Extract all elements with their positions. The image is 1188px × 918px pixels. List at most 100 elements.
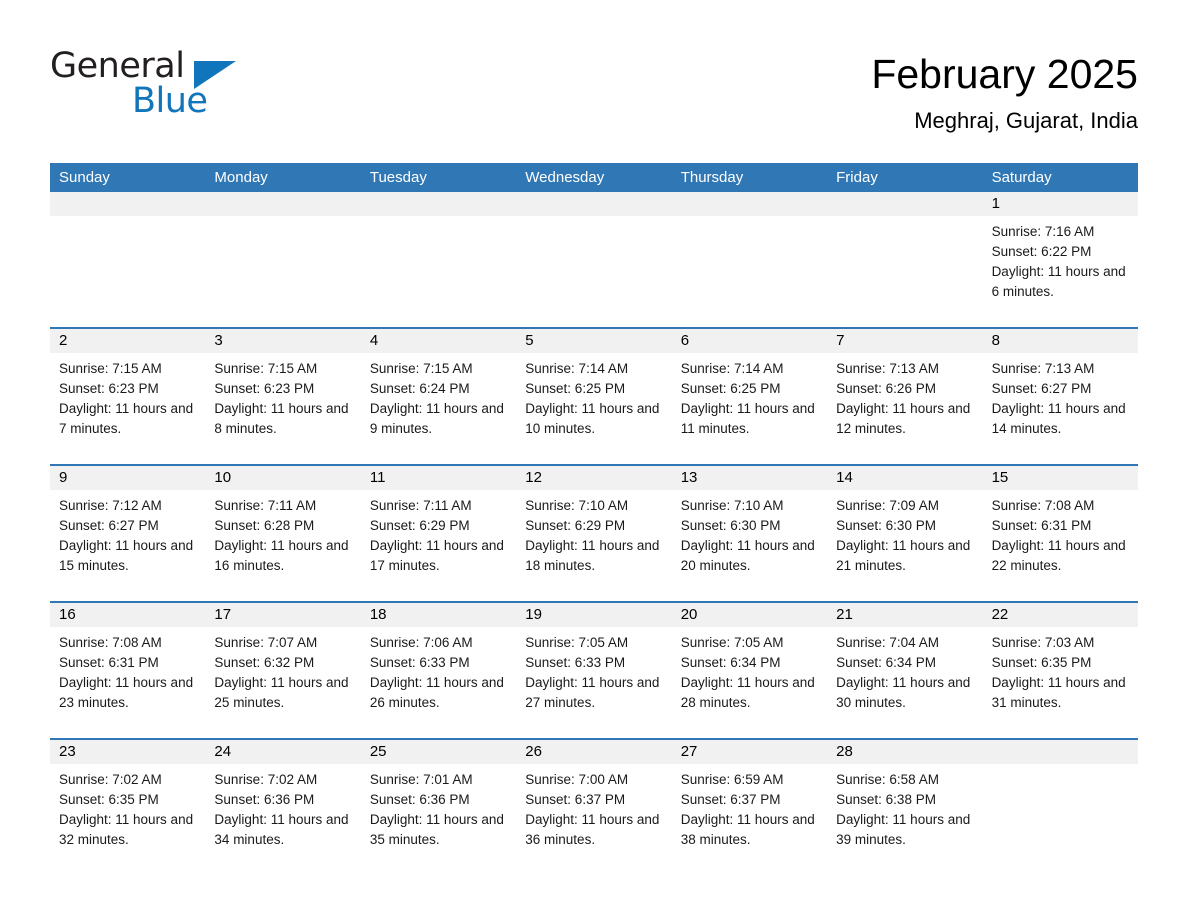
- calendar-day-cell[interactable]: 23 Sunrise: 7:02 AM Sunset: 6:35 PM Dayligh…: [50, 740, 206, 866]
- day-number: [205, 192, 361, 216]
- calendar-day-cell[interactable]: 13 Sunrise: 7:10 AM Sunset: 6:30 PM Dayligh…: [671, 466, 828, 592]
- calendar-day-cell[interactable]: 21 Sunrise: 7:04 AM Sunset: 6:34 PM Dayligh…: [827, 603, 983, 729]
- day-number: 23: [50, 740, 206, 764]
- calendar-day-cell[interactable]: 11 Sunrise: 7:11 AM Sunset: 6:29 PM Dayligh…: [360, 466, 517, 592]
- day-number: 18: [360, 603, 517, 627]
- day-number: 26: [516, 740, 672, 764]
- calendar-day-cell[interactable]: 15 Sunrise: 7:08 AM Sunset: 6:31 PM Dayligh…: [982, 466, 1138, 592]
- generalblue-logo[interactable]: General Blue: [50, 48, 250, 120]
- day-details: Sunrise: 7:05 AM Sunset: 6:34 PM Daylight:…: [672, 627, 827, 713]
- sunrise-text: Sunrise: 7:03 AM: [991, 635, 1095, 650]
- calendar-day-cell[interactable]: 24 Sunrise: 7:02 AM Sunset: 6:36 PM Dayligh…: [205, 740, 361, 866]
- sunset-text: Sunset: 6:23 PM: [59, 381, 159, 396]
- calendar-day-cell[interactable]: 4 Sunrise: 7:15 AM Sunset: 6:24 PM Daylight…: [360, 329, 517, 455]
- page-subtitle: Meghraj, Gujarat, India: [914, 108, 1138, 133]
- day-number: 10: [205, 466, 361, 490]
- sunrise-text: Sunrise: 7:04 AM: [836, 635, 939, 650]
- day-number: 28: [827, 740, 983, 764]
- day-number: 19: [516, 603, 672, 627]
- sunset-text: Sunset: 6:33 PM: [525, 655, 626, 670]
- sunset-text: Sunset: 6:25 PM: [525, 381, 626, 396]
- calendar-day-cell[interactable]: 16 Sunrise: 7:08 AM Sunset: 6:31 PM Dayligh…: [50, 603, 206, 729]
- calendar-day-cell[interactable]: 2 Sunrise: 7:15 AM Sunset: 6:23 PM Daylight…: [50, 329, 206, 455]
- sunrise-text: Sunrise: 7:08 AM: [59, 635, 162, 650]
- daylight-text: Daylight: 11 hours and 34 minutes.: [214, 812, 349, 847]
- daylight-text: Daylight: 11 hours and 28 minutes.: [680, 675, 815, 710]
- sunset-text: Sunset: 6:28 PM: [214, 518, 315, 533]
- calendar-day-cell[interactable]: 12 Sunrise: 7:10 AM Sunset: 6:29 PM Dayligh…: [516, 466, 672, 592]
- sunrise-text: Sunrise: 7:02 AM: [214, 772, 318, 787]
- day-number: 21: [827, 603, 983, 627]
- day-number: 22: [982, 603, 1138, 627]
- calendar-day-cell[interactable]: 18 Sunrise: 7:06 AM Sunset: 6:33 PM Dayligh…: [360, 603, 517, 729]
- day-details: Sunrise: 7:07 AM Sunset: 6:32 PM Daylight:…: [205, 627, 360, 713]
- day-number: 9: [50, 466, 206, 490]
- calendar-day-cell-empty: [205, 192, 361, 318]
- calendar-day-cell[interactable]: 20 Sunrise: 7:05 AM Sunset: 6:34 PM Dayligh…: [671, 603, 828, 729]
- day-number: 16: [50, 603, 206, 627]
- sunrise-text: Sunrise: 7:16 AM: [991, 224, 1095, 239]
- calendar-day-cell[interactable]: 5 Sunrise: 7:14 AM Sunset: 6:25 PM Daylight…: [516, 329, 672, 455]
- weekday-friday: Friday: [836, 169, 878, 186]
- calendar-page: General Blue February 2025 Meghraj, Guja…: [0, 0, 1188, 918]
- day-number: 1: [982, 192, 1138, 216]
- day-number: 5: [516, 329, 672, 353]
- calendar-day-cell[interactable]: 7 Sunrise: 7:13 AM Sunset: 6:26 PM Daylight…: [827, 329, 983, 455]
- sunrise-text: Sunrise: 7:12 AM: [59, 498, 162, 513]
- daylight-text: Daylight: 11 hours and 23 minutes.: [59, 675, 194, 710]
- logo-text-blue: Blue: [132, 81, 208, 121]
- daylight-text: Daylight: 11 hours and 30 minutes.: [836, 675, 971, 710]
- calendar-day-cell[interactable]: 25 Sunrise: 7:01 AM Sunset: 6:36 PM Dayligh…: [360, 740, 517, 866]
- daylight-text: Daylight: 11 hours and 35 minutes.: [369, 812, 504, 847]
- calendar-day-cell[interactable]: 27 Sunrise: 6:59 AM Sunset: 6:37 PM Dayligh…: [671, 740, 828, 866]
- sunrise-text: Sunrise: 7:10 AM: [680, 498, 784, 513]
- calendar-day-cell[interactable]: 14 Sunrise: 7:09 AM Sunset: 6:30 PM Dayligh…: [827, 466, 983, 592]
- sunrise-text: Sunrise: 7:13 AM: [836, 361, 939, 376]
- calendar-day-cell[interactable]: 3 Sunrise: 7:15 AM Sunset: 6:23 PM Daylight…: [205, 329, 361, 455]
- calendar-day-cell[interactable]: 26 Sunrise: 7:00 AM Sunset: 6:37 PM Dayligh…: [516, 740, 672, 866]
- day-details: Sunrise: 7:15 AM Sunset: 6:24 PM Daylight:…: [361, 353, 516, 439]
- sunrise-text: Sunrise: 7:05 AM: [525, 635, 629, 650]
- day-number: [516, 192, 672, 216]
- day-number: 12: [516, 466, 672, 490]
- sunset-text: Sunset: 6:31 PM: [991, 518, 1092, 533]
- daylight-text: Daylight: 11 hours and 22 minutes.: [991, 538, 1126, 573]
- sunrise-text: Sunrise: 7:13 AM: [991, 361, 1095, 376]
- daylight-text: Daylight: 11 hours and 36 minutes.: [525, 812, 660, 847]
- sunset-text: Sunset: 6:35 PM: [59, 792, 159, 807]
- day-number: 25: [360, 740, 517, 764]
- weekday-wednesday: Wednesday: [525, 169, 605, 186]
- day-details: Sunrise: 7:15 AM Sunset: 6:23 PM Daylight:…: [50, 353, 205, 439]
- calendar-day-cell[interactable]: 17 Sunrise: 7:07 AM Sunset: 6:32 PM Dayligh…: [205, 603, 361, 729]
- daylight-text: Daylight: 11 hours and 18 minutes.: [525, 538, 660, 573]
- weekday-saturday: Saturday: [991, 169, 1052, 186]
- daylight-text: Daylight: 11 hours and 15 minutes.: [59, 538, 194, 573]
- sunset-text: Sunset: 6:30 PM: [836, 518, 936, 533]
- calendar-day-cell[interactable]: 9 Sunrise: 7:12 AM Sunset: 6:27 PM Daylight…: [50, 466, 206, 592]
- day-details: Sunrise: 7:02 AM Sunset: 6:36 PM Daylight:…: [205, 764, 360, 850]
- page-title: February 2025: [871, 51, 1138, 97]
- day-number: 3: [205, 329, 361, 353]
- sunrise-text: Sunrise: 7:05 AM: [680, 635, 784, 650]
- sunset-text: Sunset: 6:32 PM: [214, 655, 315, 670]
- day-details: Sunrise: 7:04 AM Sunset: 6:34 PM Daylight:…: [827, 627, 982, 713]
- daylight-text: Daylight: 11 hours and 11 minutes.: [680, 401, 815, 436]
- daylight-text: Daylight: 11 hours and 31 minutes.: [991, 675, 1126, 710]
- daylight-text: Daylight: 11 hours and 7 minutes.: [59, 401, 194, 436]
- calendar-day-cell[interactable]: 19 Sunrise: 7:05 AM Sunset: 6:33 PM Dayligh…: [516, 603, 672, 729]
- calendar-day-cell[interactable]: 8 Sunrise: 7:13 AM Sunset: 6:27 PM Daylight…: [982, 329, 1138, 455]
- calendar-grid: Sunday Monday Tuesday Wednesday Thursday…: [50, 163, 1138, 866]
- calendar-day-cell[interactable]: 28 Sunrise: 6:58 AM Sunset: 6:38 PM Dayligh…: [827, 740, 983, 866]
- day-details: Sunrise: 7:10 AM Sunset: 6:29 PM Daylight:…: [516, 490, 671, 576]
- calendar-day-cell[interactable]: 6 Sunrise: 7:14 AM Sunset: 6:25 PM Daylight…: [671, 329, 828, 455]
- day-number: [671, 192, 828, 216]
- day-details: Sunrise: 7:08 AM Sunset: 6:31 PM Daylight:…: [50, 627, 205, 713]
- calendar-day-cell[interactable]: 22 Sunrise: 7:03 AM Sunset: 6:35 PM Dayligh…: [982, 603, 1138, 729]
- sunrise-text: Sunrise: 7:09 AM: [836, 498, 939, 513]
- calendar-day-cell[interactable]: 1 Sunrise: 7:16 AM Sunset: 6:22 PM Daylight…: [982, 192, 1138, 318]
- day-details: Sunrise: 7:10 AM Sunset: 6:30 PM Daylight:…: [672, 490, 827, 576]
- day-details: Sunrise: 6:59 AM Sunset: 6:37 PM Daylight:…: [672, 764, 827, 850]
- daylight-text: Daylight: 11 hours and 16 minutes.: [214, 538, 349, 573]
- daylight-text: Daylight: 11 hours and 10 minutes.: [525, 401, 660, 436]
- calendar-day-cell[interactable]: 10 Sunrise: 7:11 AM Sunset: 6:28 PM Dayligh…: [205, 466, 361, 592]
